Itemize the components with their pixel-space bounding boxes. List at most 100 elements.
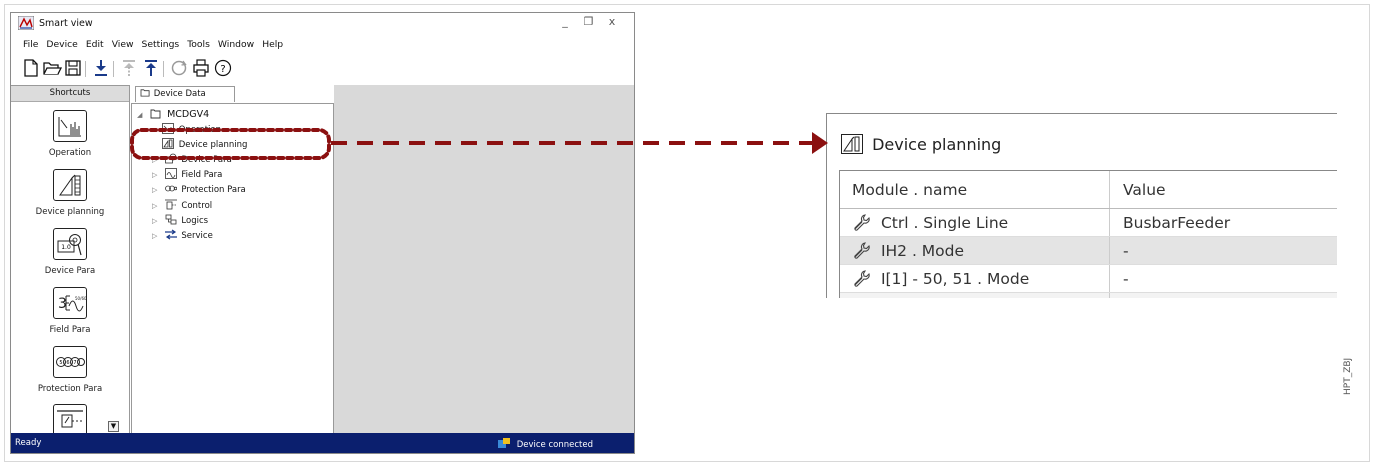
tab-device-data-label: Device Data: [153, 89, 206, 99]
tree-item-device-para[interactable]: ▷ Device Para: [152, 153, 232, 167]
wrench-icon: [852, 212, 872, 232]
connection-icon: [498, 438, 510, 449]
control-icon: [164, 199, 177, 210]
row-name-cell: Ctrl . Single Line: [840, 209, 1110, 236]
column-header-name[interactable]: Module . name: [840, 171, 1110, 208]
shortcut-operation[interactable]: Operation: [11, 110, 129, 158]
row-name-cell: I[1] - 50, 51 . Mode: [840, 265, 1110, 292]
shortcut-field-para[interactable]: 3 50/60 Field Para: [11, 287, 129, 335]
shortcut-device-planning-label: Device planning: [35, 207, 105, 217]
service-icon: [164, 229, 177, 240]
upload-icon[interactable]: [141, 58, 161, 78]
menu-edit[interactable]: Edit: [86, 39, 104, 50]
open-folder-icon[interactable]: [42, 58, 63, 78]
wrench-icon: [852, 268, 872, 288]
status-ready: Ready: [15, 438, 42, 448]
wrench-icon: [852, 240, 872, 260]
status-connection: Device connected: [498, 438, 593, 450]
expand-arrow-icon[interactable]: ▷: [152, 199, 162, 213]
tree-item-control-label: Control: [181, 201, 213, 211]
tree-item-logics[interactable]: ▷ Logics: [152, 214, 208, 228]
close-button[interactable]: x: [602, 15, 622, 28]
refresh-icon[interactable]: [169, 58, 189, 78]
device-planning-icon: [162, 138, 174, 149]
tree-item-device-para-label: Device Para: [181, 155, 232, 165]
expand-arrow-icon[interactable]: ▷: [152, 229, 162, 243]
tree-item-protection-para-label: Protection Para: [181, 185, 246, 195]
device-para-icon: [164, 153, 177, 164]
control-icon: [53, 404, 87, 436]
shortcut-device-para[interactable]: 1.0 Device Para: [11, 228, 129, 276]
row-value[interactable]: BusbarFeeder: [1111, 209, 1337, 236]
toolbar-separator: [85, 61, 86, 77]
shortcut-protection-para[interactable]: 567 Protection Para: [11, 346, 129, 394]
menu-window[interactable]: Window: [218, 39, 254, 50]
status-connection-label: Device connected: [516, 440, 593, 450]
column-header-value[interactable]: Value: [1111, 171, 1337, 208]
tree-root-label: MCDGV4: [167, 109, 210, 120]
menu-help[interactable]: Help: [262, 39, 283, 50]
tree-item-control[interactable]: ▷ Control: [152, 199, 213, 213]
download-icon[interactable]: [91, 58, 111, 78]
shortcuts-scroll-down-button[interactable]: ▼: [108, 421, 119, 432]
tree-item-field-para-label: Field Para: [181, 170, 223, 180]
save-icon[interactable]: [63, 58, 83, 78]
svg-text:7: 7: [73, 360, 76, 366]
menu-file[interactable]: File: [23, 39, 38, 50]
tree-item-field-para[interactable]: ▷ Field Para: [152, 168, 223, 182]
table-header-row: Module . name Value: [840, 171, 1337, 209]
tree-item-service[interactable]: ▷ Service: [152, 229, 213, 243]
tree-item-protection-para[interactable]: ▷ Protection Para: [152, 183, 246, 197]
tab-device-data[interactable]: Device Data: [135, 86, 235, 102]
expand-arrow-icon[interactable]: ▷: [152, 168, 162, 182]
menu-bar: File Device Edit View Settings Tools Win…: [23, 39, 288, 53]
expand-arrow-icon[interactable]: ▷: [152, 214, 162, 228]
detail-table: Module . name Value Ctrl . Single Line B…: [839, 170, 1337, 298]
shortcut-operation-label: Operation: [48, 148, 92, 158]
folder-icon: [150, 108, 162, 119]
title-bar: Smart view _ ❐ x: [11, 13, 634, 33]
svg-text:6: 6: [66, 360, 69, 366]
shortcut-protection-para-label: Protection Para: [37, 384, 103, 394]
smart-view-window: Smart view _ ❐ x File Device Edit View S…: [10, 12, 635, 454]
device-para-icon: 1.0: [53, 228, 87, 260]
tree-item-device-planning[interactable]: Device planning: [162, 138, 247, 152]
menu-device[interactable]: Device: [46, 39, 77, 50]
table-row[interactable]: I[1] - 50, 51 . Mode -: [840, 265, 1337, 293]
tree-root[interactable]: ◢ MCDGV4: [137, 108, 209, 122]
logics-icon: [165, 214, 177, 225]
field-para-icon: [164, 168, 177, 179]
app-title: Smart view: [39, 18, 93, 29]
new-file-icon[interactable]: [21, 58, 41, 78]
collapse-arrow-icon[interactable]: ◢: [137, 108, 147, 122]
device-planning-detail: Device planning Module . name Value Ctrl…: [826, 113, 1337, 298]
shortcuts-panel: Shortcuts Operation Device planning 1.0 …: [11, 85, 130, 436]
print-icon[interactable]: [191, 58, 211, 78]
protection-para-icon: 567: [53, 346, 87, 378]
minimize-button[interactable]: _: [555, 15, 575, 28]
status-bar: Ready Device connected: [11, 433, 634, 453]
device-planning-icon: [53, 169, 87, 201]
protection-para-icon: [164, 183, 177, 194]
device-planning-icon: [841, 134, 863, 154]
shortcut-device-planning[interactable]: Device planning: [11, 169, 129, 217]
menu-settings[interactable]: Settings: [142, 39, 180, 50]
tree-item-device-planning-label: Device planning: [178, 140, 248, 150]
detail-header: Device planning: [841, 134, 1001, 154]
table-row[interactable]: Ctrl . Single Line BusbarFeeder: [840, 209, 1337, 237]
row-value[interactable]: -: [1111, 237, 1337, 264]
workspace-area: [334, 85, 634, 435]
tree-item-service-label: Service: [181, 231, 213, 241]
detail-title: Device planning: [872, 135, 1002, 154]
table-row[interactable]: IH2 . Mode -: [840, 237, 1337, 265]
menu-tools[interactable]: Tools: [187, 39, 210, 50]
tree-item-operation[interactable]: Operation: [162, 123, 221, 137]
row-name: I[1] - 50, 51 . Mode: [880, 270, 1030, 288]
expand-arrow-icon[interactable]: ▷: [152, 153, 162, 167]
menu-view[interactable]: View: [112, 39, 134, 50]
row-value[interactable]: -: [1111, 265, 1337, 292]
help-icon[interactable]: ?: [213, 58, 233, 78]
tree-item-operation-label: Operation: [178, 125, 222, 135]
expand-arrow-icon[interactable]: ▷: [152, 183, 162, 197]
restore-button[interactable]: ❐: [579, 15, 599, 28]
